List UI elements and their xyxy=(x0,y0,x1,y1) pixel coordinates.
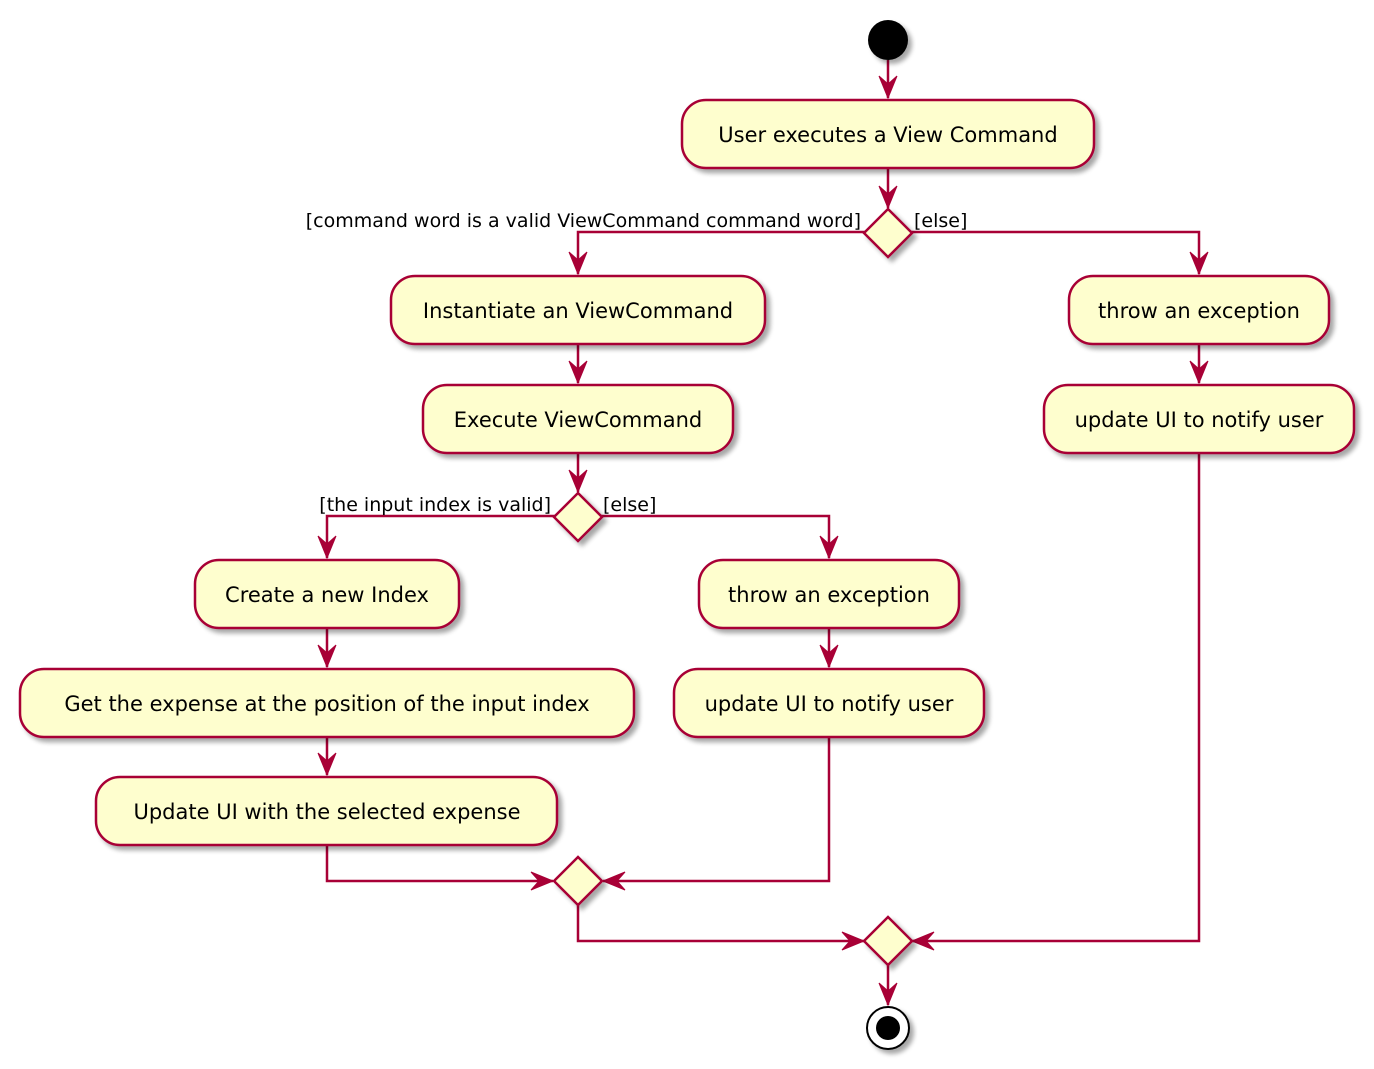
edge-decision1-right xyxy=(911,230,1201,274)
decision-valid-index xyxy=(552,491,604,543)
edge-decision2-left xyxy=(325,514,555,558)
decision-valid-command xyxy=(862,207,914,259)
guard-valid-command: [command word is a valid ViewCommand com… xyxy=(306,210,861,232)
activity-execute-label: Execute ViewCommand xyxy=(454,408,702,432)
edge-update-to-merge2 xyxy=(325,846,553,883)
activity-throw-exception-1-label: throw an exception xyxy=(1098,299,1300,323)
edge-merge2-to-merge1 xyxy=(576,905,864,943)
edge-decision1-left xyxy=(576,230,865,274)
edges xyxy=(325,60,1201,1005)
guard-else-command: [else] xyxy=(914,210,967,232)
start-node xyxy=(868,20,908,60)
activity-instantiate-label: Instantiate an ViewCommand xyxy=(423,299,733,323)
activity-throw-exception-2-label: throw an exception xyxy=(728,583,930,607)
activity-create-index-label: Create a new Index xyxy=(225,583,429,607)
end-node xyxy=(866,1006,910,1050)
merge-command-branches xyxy=(862,915,914,967)
guard-valid-index: [the input index is valid] xyxy=(319,494,551,516)
activity-diagram: User executes a View Command Instantiate… xyxy=(18,20,1356,1050)
edge-notify2-to-merge2 xyxy=(603,738,831,883)
activity-user-executes-label: User executes a View Command xyxy=(718,123,1057,147)
guard-else-index: [else] xyxy=(603,494,656,516)
activity-notify-user-1-label: update UI to notify user xyxy=(1075,408,1324,432)
activity-notify-user-2-label: update UI to notify user xyxy=(705,692,954,716)
edge-decision2-right xyxy=(601,514,831,558)
activity-update-ui-label: Update UI with the selected expense xyxy=(133,800,520,824)
merge-index-branches xyxy=(552,855,604,907)
activity-get-expense-label: Get the expense at the position of the i… xyxy=(64,692,589,716)
